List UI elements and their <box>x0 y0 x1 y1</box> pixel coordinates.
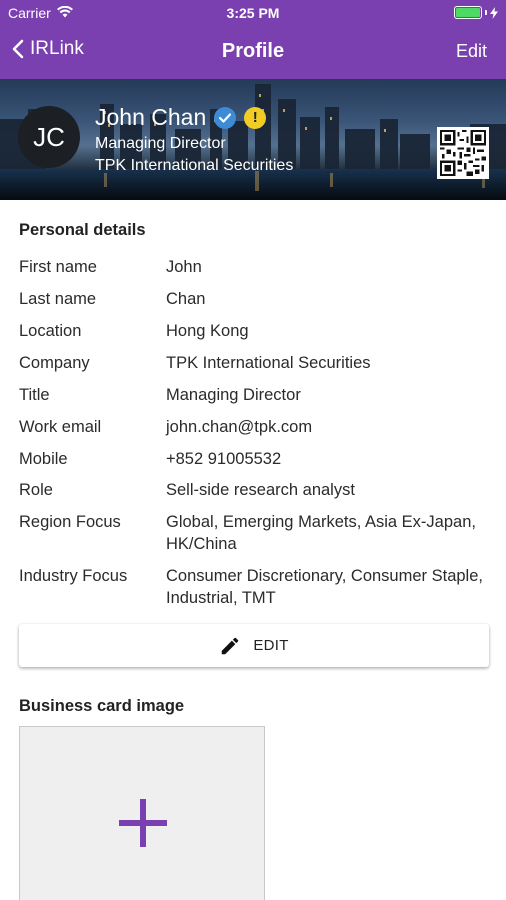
detail-value: Managing Director <box>166 386 301 404</box>
detail-value[interactable]: +852 91005532 <box>166 448 486 470</box>
detail-label: Company <box>19 354 90 372</box>
personal-details-heading: Personal details <box>19 221 146 239</box>
pencil-icon <box>222 637 239 654</box>
edit-button-label: EDIT <box>253 637 289 654</box>
qr-code-icon[interactable] <box>437 127 489 179</box>
detail-label: Work email <box>19 418 102 436</box>
profile-role: Managing Director <box>95 135 226 152</box>
detail-label: Industry Focus <box>19 567 128 585</box>
detail-label: First name <box>19 258 97 276</box>
detail-value[interactable]: john.chan@tpk.com <box>166 416 486 438</box>
page-title: Profile <box>221 40 285 62</box>
detail-label: Mobile <box>19 450 68 468</box>
business-card-upload[interactable] <box>19 726 265 900</box>
add-icon <box>119 799 167 847</box>
profile-banner: JC John Chan ! Managing Director TPK Int… <box>0 79 506 200</box>
detail-label: Region Focus <box>19 513 121 531</box>
edit-details-button[interactable]: EDIT <box>19 624 489 667</box>
detail-value: John <box>166 258 202 276</box>
detail-value: TPK International Securities <box>166 354 371 372</box>
battery-icon <box>454 6 498 19</box>
status-time: 3:25 PM <box>226 5 280 21</box>
detail-value: Chan <box>166 290 206 308</box>
nav-edit-button[interactable]: Edit <box>456 41 487 62</box>
profile-name-row: John Chan ! <box>95 104 267 131</box>
avatar[interactable]: JC <box>18 106 80 168</box>
detail-value: Hong Kong <box>166 322 249 340</box>
detail-label: Title <box>19 386 50 404</box>
nav-bar: IRLink Profile Edit <box>0 30 506 74</box>
detail-value: Consumer Discretionary, Consumer Staple,… <box>166 567 483 607</box>
profile-name: John Chan <box>95 104 207 130</box>
verified-check-icon <box>214 106 237 129</box>
business-card-heading: Business card image <box>19 697 185 715</box>
detail-value: Global, Emerging Markets, Asia Ex-Japan,… <box>166 513 476 553</box>
detail-value: Sell-side research analyst <box>166 481 355 499</box>
status-bar: Carrier 3:25 PM <box>0 0 506 26</box>
app-header: Carrier 3:25 PM IRLink Profile Edit <box>0 0 506 79</box>
detail-label: Last name <box>19 290 97 308</box>
warning-icon[interactable]: ! <box>244 106 267 129</box>
profile-company: TPK International Securities <box>95 157 294 174</box>
detail-label: Role <box>19 481 53 499</box>
charging-bolt-icon <box>490 6 498 19</box>
detail-label: Location <box>19 322 82 340</box>
